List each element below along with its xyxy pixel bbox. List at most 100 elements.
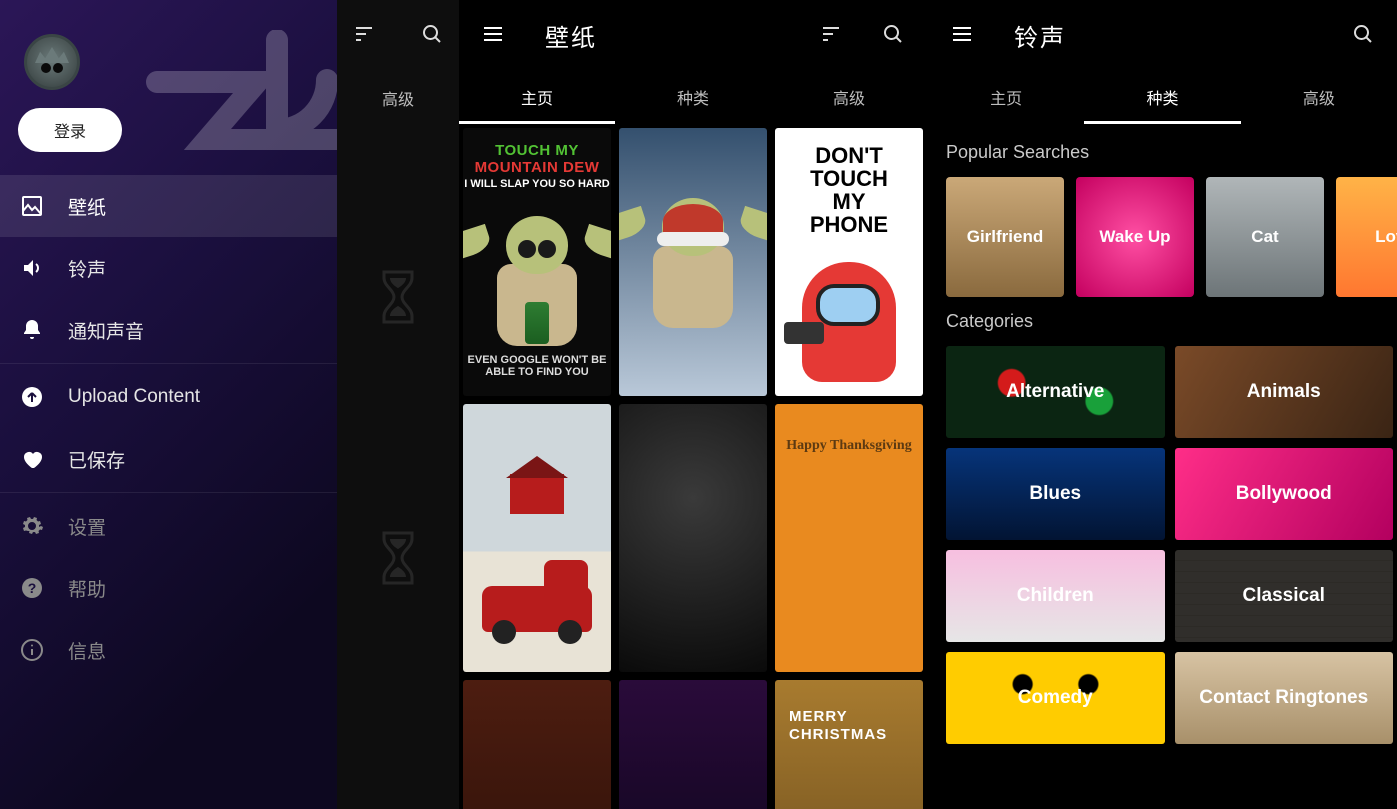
tab-premium[interactable]: 高级 — [1241, 70, 1397, 124]
tab-label: 主页 — [521, 85, 553, 109]
sidebar-item-label: Upload Content — [68, 386, 200, 408]
volume-icon — [20, 256, 44, 280]
card-label: Classical — [1243, 585, 1325, 607]
wallpaper-thumb[interactable]: MERRYCHRISTMAS — [775, 680, 923, 809]
tab-categories[interactable]: 种类 — [615, 70, 771, 124]
thumb-text: DON'TTOUCHMYPHONE — [775, 144, 923, 236]
category-card-children[interactable]: Children — [946, 550, 1165, 642]
login-button[interactable]: 登录 — [18, 108, 122, 152]
popular-card-girlfriend[interactable]: Girlfriend — [946, 177, 1064, 297]
collapsed-pane: 高级 — [337, 0, 459, 809]
tab-home[interactable]: 主页 — [928, 70, 1084, 124]
wallpaper-grid[interactable]: TOUCH MYMOUNTAIN DEW I WILL SLAP YOU SO … — [459, 124, 927, 809]
app-root: 登录 壁纸 铃声 通知声音 Upload Content — [0, 0, 1397, 809]
ringtones-tabs: 主页 种类 高级 — [928, 70, 1397, 124]
search-button[interactable] — [412, 14, 452, 57]
sidebar-item-wallpapers[interactable]: 壁纸 — [0, 175, 337, 237]
divider — [0, 363, 337, 364]
card-label: Bollywood — [1236, 483, 1332, 505]
hourglass-icon — [378, 270, 418, 324]
sidebar-item-upload[interactable]: Upload Content — [0, 366, 337, 428]
collapsed-tab[interactable]: 高级 — [337, 70, 459, 126]
ringtones-pane: 铃声 主页 种类 高级 Popular Searches Girlfriend … — [927, 0, 1397, 809]
sidebar-item-help[interactable]: ? 帮助 — [0, 557, 337, 619]
sidebar-header: 登录 — [0, 0, 337, 175]
sidebar-nav-settings: 设置 ? 帮助 信息 — [0, 495, 337, 681]
thumb-text: Happy Thanksgiving — [775, 438, 923, 454]
search-button[interactable] — [1343, 14, 1383, 57]
search-icon — [1351, 22, 1375, 46]
barn-illustration — [510, 474, 564, 514]
sort-icon — [819, 22, 843, 46]
gear-icon — [20, 514, 44, 538]
sidebar: 登录 壁纸 铃声 通知声音 Upload Content — [0, 0, 337, 809]
thumb-text: MOUNTAIN DEW — [475, 159, 600, 176]
hamburger-icon — [950, 22, 974, 46]
wallpaper-thumb[interactable] — [619, 404, 767, 672]
search-icon — [420, 22, 444, 46]
sidebar-item-label: 设置 — [68, 513, 106, 540]
thumb-text: TOUCH MY — [495, 142, 579, 159]
sidebar-item-settings[interactable]: 设置 — [0, 495, 337, 557]
categories-grid: Alternative Animals Blues Bollywood Chil… — [946, 346, 1397, 744]
sidebar-item-label: 帮助 — [68, 575, 106, 602]
amongus-illustration — [802, 262, 896, 382]
sidebar-item-label: 铃声 — [68, 255, 106, 282]
popular-card-wakeup[interactable]: Wake Up — [1076, 177, 1194, 297]
sidebar-nav-primary: 壁纸 铃声 通知声音 — [0, 175, 337, 361]
avatar[interactable] — [24, 34, 80, 90]
tab-premium[interactable]: 高级 — [771, 70, 927, 124]
search-button[interactable] — [873, 14, 913, 57]
section-title-popular: Popular Searches — [946, 142, 1397, 163]
sidebar-nav-secondary: Upload Content 已保存 — [0, 366, 337, 490]
category-card-comedy[interactable]: Comedy — [946, 652, 1165, 744]
wallpaper-thumb[interactable] — [463, 680, 611, 809]
sort-button[interactable] — [344, 14, 384, 57]
page-title: 壁纸 — [545, 18, 597, 53]
card-label: Animals — [1247, 381, 1321, 403]
sort-button[interactable] — [811, 14, 851, 57]
category-card-classical[interactable]: Classical — [1175, 550, 1394, 642]
popular-card-cat[interactable]: Cat — [1206, 177, 1324, 297]
card-label: Love — [1375, 227, 1397, 247]
hourglass-icon — [378, 531, 418, 585]
popular-card-love[interactable]: Love — [1336, 177, 1397, 297]
popular-searches-row[interactable]: Girlfriend Wake Up Cat Love — [946, 177, 1397, 297]
sort-icon — [352, 22, 376, 46]
wallpaper-thumb[interactable]: Happy Thanksgiving — [775, 404, 923, 672]
tab-categories[interactable]: 种类 — [1084, 70, 1240, 124]
menu-button[interactable] — [473, 14, 513, 57]
upload-icon — [20, 385, 44, 409]
wallpapers-tabs: 主页 种类 高级 — [459, 70, 927, 124]
tab-label: 高级 — [1303, 85, 1335, 109]
category-card-blues[interactable]: Blues — [946, 448, 1165, 540]
category-card-contact[interactable]: Contact Ringtones — [1175, 652, 1394, 744]
ringtones-topbar: 铃声 — [928, 0, 1397, 70]
card-label: Alternative — [1006, 381, 1104, 403]
section-title-categories: Categories — [946, 311, 1397, 332]
ringtones-body[interactable]: Popular Searches Girlfriend Wake Up Cat … — [928, 124, 1397, 809]
sidebar-item-ringtones[interactable]: 铃声 — [0, 237, 337, 299]
card-label: Contact Ringtones — [1199, 687, 1368, 709]
sidebar-item-label: 壁纸 — [68, 193, 106, 220]
truck-illustration — [482, 586, 592, 632]
wallpaper-thumb[interactable] — [619, 128, 767, 396]
category-card-alternative[interactable]: Alternative — [946, 346, 1165, 438]
wallpapers-topbar: 壁纸 — [459, 0, 927, 70]
menu-button[interactable] — [942, 14, 982, 57]
sidebar-item-info[interactable]: 信息 — [0, 619, 337, 681]
wallpaper-thumb[interactable] — [463, 404, 611, 672]
collapsed-body — [378, 126, 418, 809]
wallpaper-thumb[interactable] — [619, 680, 767, 809]
heart-icon — [20, 447, 44, 471]
sidebar-item-notifications[interactable]: 通知声音 — [0, 299, 337, 361]
tab-label: 主页 — [990, 85, 1022, 109]
category-card-bollywood[interactable]: Bollywood — [1175, 448, 1394, 540]
wallpaper-thumb[interactable]: DON'TTOUCHMYPHONE — [775, 128, 923, 396]
tab-label: 种类 — [1146, 85, 1178, 109]
wallpaper-thumb[interactable]: TOUCH MYMOUNTAIN DEW I WILL SLAP YOU SO … — [463, 128, 611, 396]
tab-home[interactable]: 主页 — [459, 70, 615, 124]
sidebar-item-label: 信息 — [68, 637, 106, 664]
sidebar-item-saved[interactable]: 已保存 — [0, 428, 337, 490]
category-card-animals[interactable]: Animals — [1175, 346, 1394, 438]
